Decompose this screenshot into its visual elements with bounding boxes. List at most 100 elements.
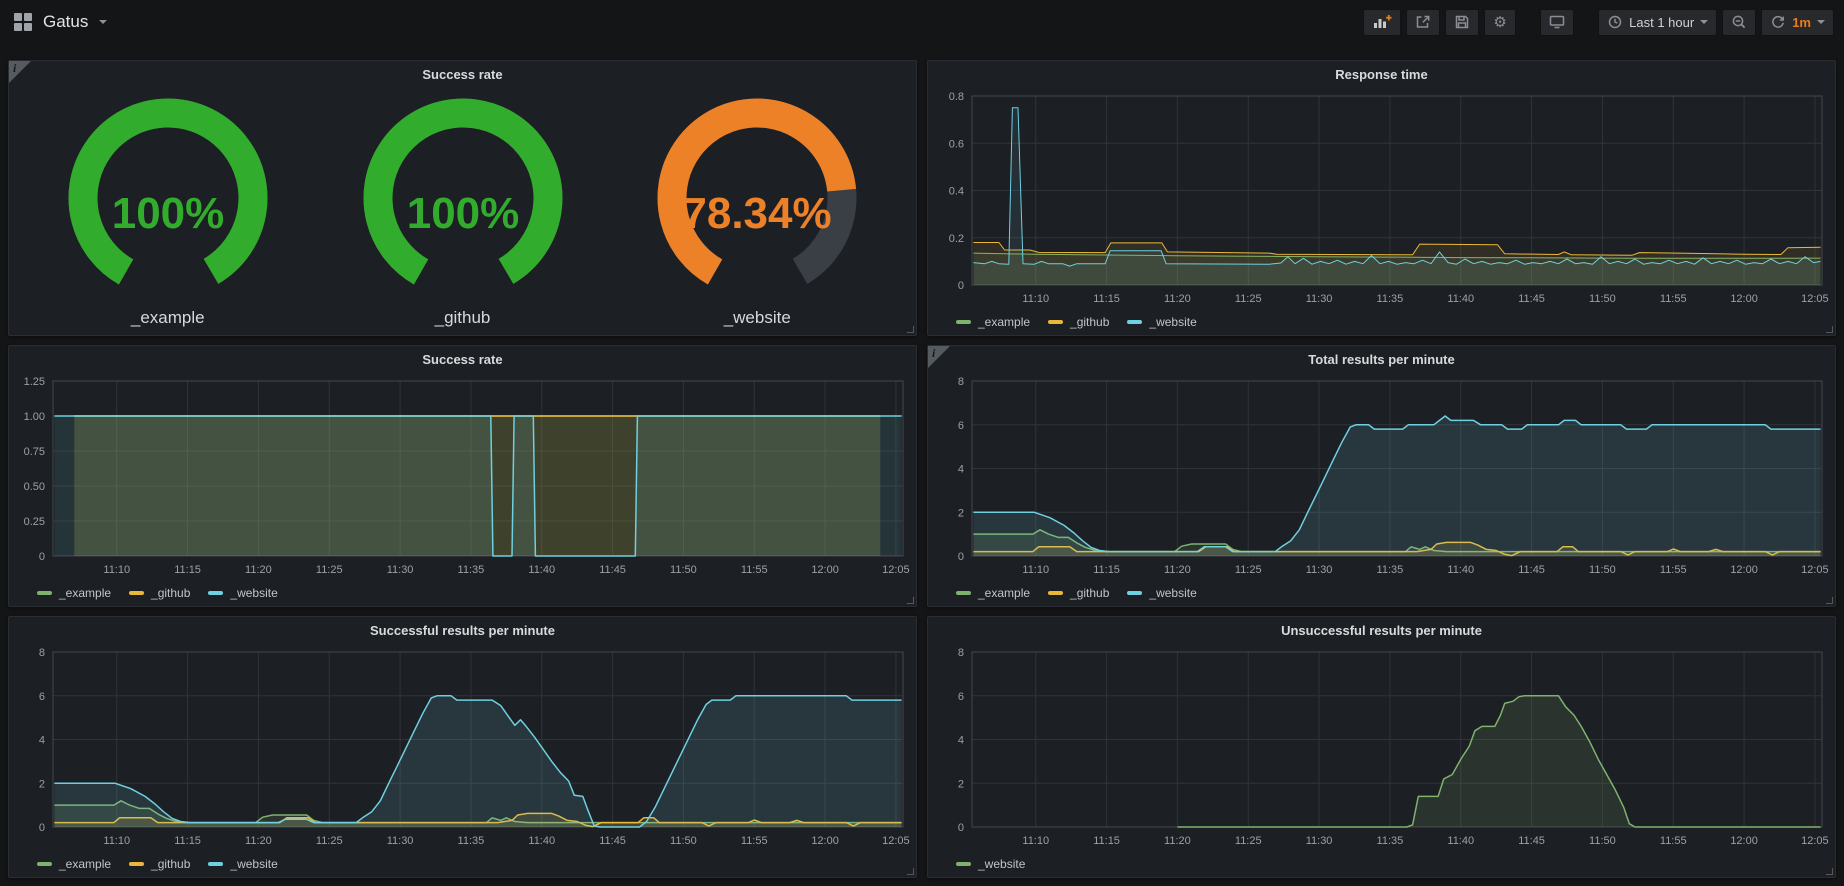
resize-handle[interactable] (907, 597, 914, 604)
y-tick-label: 0.75 (24, 446, 45, 458)
gauge-value: 100% (111, 189, 224, 238)
legend-color-dash (1048, 591, 1063, 595)
panel-title[interactable]: Success rate (9, 346, 916, 373)
legend-item-_website[interactable]: _website (1127, 586, 1196, 600)
x-tick-label: 11:35 (1377, 293, 1404, 305)
y-tick-label: 0.8 (949, 91, 964, 103)
chart-legend: _example _github _website (928, 309, 1835, 335)
panel-title[interactable]: Response time (928, 61, 1835, 88)
panel-title[interactable]: Total results per minute (928, 346, 1835, 373)
toolbar: ⚙ Last 1 hour 1m (1363, 9, 1834, 36)
x-tick-label: 11:35 (1377, 835, 1404, 847)
panel-response-time: Response time 00.20.40.60.811:1011:1511:… (927, 60, 1836, 336)
chart-canvas: 00.20.40.60.811:1011:1511:2011:2511:3011… (928, 88, 1835, 309)
y-tick-label: 8 (958, 376, 964, 388)
save-icon (1454, 14, 1470, 30)
panel-title[interactable]: Successful results per minute (9, 617, 916, 644)
add-panel-button[interactable] (1363, 9, 1401, 36)
x-tick-label: 11:30 (1306, 293, 1333, 305)
legend-label: _github (151, 857, 190, 871)
legend-color-dash (129, 591, 144, 595)
share-button[interactable] (1406, 9, 1440, 36)
gauge-arc: 100% (327, 94, 599, 306)
x-tick-label: 11:15 (174, 564, 201, 576)
resize-handle[interactable] (907, 326, 914, 333)
series-area-_website (973, 416, 1820, 556)
panel-title[interactable]: Success rate (9, 61, 916, 88)
legend-label: _example (59, 857, 111, 871)
chevron-down-icon (1700, 20, 1708, 24)
x-tick-label: 11:15 (174, 835, 201, 847)
legend-label: _example (59, 586, 111, 600)
x-tick-label: 11:15 (1093, 564, 1120, 576)
resize-handle[interactable] (907, 868, 914, 875)
legend-item-_github[interactable]: _github (129, 586, 190, 600)
x-tick-label: 11:20 (1164, 564, 1191, 576)
zoom-out-button[interactable] (1722, 9, 1756, 36)
time-range-button[interactable]: Last 1 hour (1598, 9, 1717, 36)
panel-title[interactable]: Unsuccessful results per minute (928, 617, 1835, 644)
panel-successful-results: Successful results per minute 0246811:10… (8, 616, 917, 878)
legend-item-_example[interactable]: _example (956, 586, 1030, 600)
y-tick-label: 0 (958, 822, 964, 834)
x-tick-label: 11:55 (741, 835, 768, 847)
y-tick-label: 6 (958, 691, 964, 703)
y-tick-label: 1.00 (24, 411, 45, 423)
y-tick-label: 0 (958, 280, 964, 292)
x-tick-label: 12:00 (811, 835, 839, 847)
legend-color-dash (129, 862, 144, 866)
time-range-label: Last 1 hour (1629, 15, 1694, 30)
y-tick-label: 4 (958, 735, 964, 747)
legend-color-dash (1127, 591, 1142, 595)
legend-item-_example[interactable]: _example (37, 857, 111, 871)
y-tick-label: 0 (39, 551, 45, 563)
x-tick-label: 11:20 (1164, 293, 1191, 305)
x-tick-label: 11:50 (1589, 564, 1616, 576)
legend-label: _example (978, 586, 1030, 600)
legend-item-_example[interactable]: _example (956, 315, 1030, 329)
x-tick-label: 11:30 (1306, 564, 1333, 576)
y-tick-label: 8 (958, 647, 964, 659)
settings-button[interactable]: ⚙ (1484, 9, 1516, 36)
legend-color-dash (208, 862, 223, 866)
resize-handle[interactable] (1826, 326, 1833, 333)
legend-label: _example (978, 315, 1030, 329)
total-results-chart[interactable]: 0246811:1011:1511:2011:2511:3011:3511:40… (928, 373, 1835, 580)
y-tick-label: 6 (958, 420, 964, 432)
x-tick-label: 11:20 (1164, 835, 1191, 847)
x-tick-label: 11:50 (1589, 293, 1616, 305)
refresh-button[interactable]: 1m (1761, 9, 1834, 36)
dashboard-title-dropdown[interactable]: Gatus (10, 12, 107, 32)
legend-color-dash (1048, 320, 1063, 324)
x-tick-label: 11:55 (741, 564, 768, 576)
x-tick-label: 11:35 (458, 835, 485, 847)
successful-results-chart[interactable]: 0246811:1011:1511:2011:2511:3011:3511:40… (9, 644, 916, 851)
tv-mode-button[interactable] (1540, 9, 1574, 36)
success-rate-chart[interactable]: 00.250.500.751.001.2511:1011:1511:2011:2… (9, 373, 916, 580)
legend-item-_website[interactable]: _website (1127, 315, 1196, 329)
response-time-chart[interactable]: 00.20.40.60.811:1011:1511:2011:2511:3011… (928, 88, 1835, 309)
legend-item-_website[interactable]: _website (208, 586, 277, 600)
legend-item-_example[interactable]: _example (37, 586, 111, 600)
legend-color-dash (37, 591, 52, 595)
series-line-_website (973, 108, 1820, 266)
grid-menu-icon[interactable] (14, 13, 32, 31)
y-tick-label: 2 (958, 778, 964, 790)
legend-item-_github[interactable]: _github (1048, 586, 1109, 600)
save-button[interactable] (1445, 9, 1479, 36)
gauge-_github: 100%_github (327, 94, 599, 328)
legend-item-_website[interactable]: _website (956, 857, 1025, 871)
unsuccessful-results-chart[interactable]: 0246811:1011:1511:2011:2511:3011:3511:40… (928, 644, 1835, 851)
series-area-_website (54, 696, 901, 827)
legend-item-_github[interactable]: _github (1048, 315, 1109, 329)
panel-success-rate-timeseries: Success rate 00.250.500.751.001.2511:101… (8, 345, 917, 607)
resize-handle[interactable] (1826, 868, 1833, 875)
legend-item-_github[interactable]: _github (129, 857, 190, 871)
info-corner-icon[interactable]: i (928, 346, 950, 368)
x-tick-label: 11:50 (670, 564, 697, 576)
legend-item-_website[interactable]: _website (208, 857, 277, 871)
chart-canvas: 0246811:1011:1511:2011:2511:3011:3511:40… (9, 644, 916, 851)
chart-canvas: 00.250.500.751.001.2511:1011:1511:2011:2… (9, 373, 916, 580)
info-corner-icon[interactable]: i (9, 61, 31, 83)
resize-handle[interactable] (1826, 597, 1833, 604)
